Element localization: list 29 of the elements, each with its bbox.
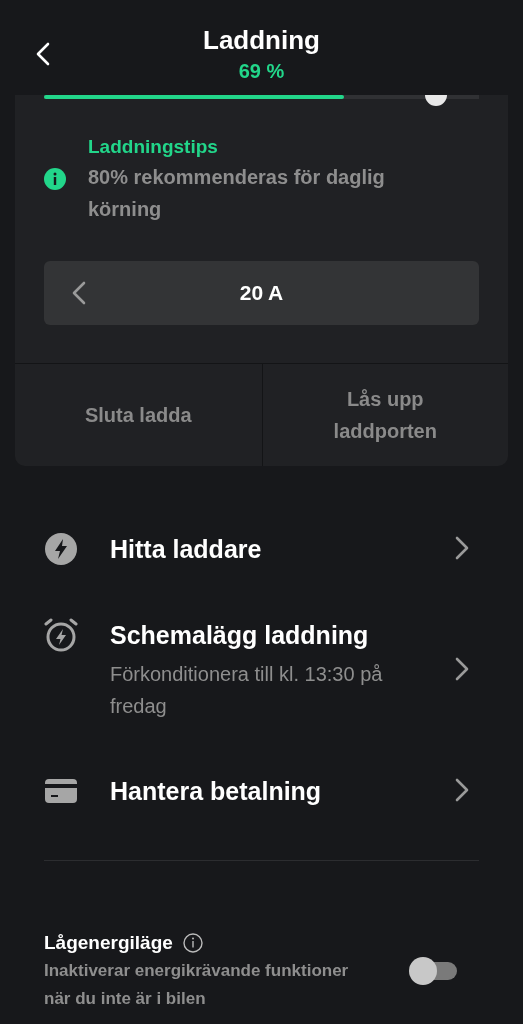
chevron-right-icon	[455, 777, 469, 802]
menu-item-title: Hantera betalning	[110, 776, 323, 807]
screen-title: Laddning	[203, 24, 320, 56]
menu-item[interactable]: Hitta laddare	[44, 532, 479, 566]
menu-item-subtitle: Förkonditionera till kl. 13:30 på fredag	[110, 662, 384, 719]
toggle-switch[interactable]	[409, 957, 457, 985]
tip-text: 80% rekommenderas för daglig körning	[88, 165, 386, 222]
alarm-clock-icon	[44, 618, 78, 652]
action-button[interactable]: Lås upp laddporten	[261, 364, 508, 466]
charge-percent: 69 %	[238, 59, 285, 84]
chevron-right-icon	[455, 535, 469, 560]
setting-description: Inaktiverar energikrävande funktioner när du inte är i bilen	[44, 960, 350, 1010]
setting-title: Lågenergiläge	[44, 931, 173, 955]
action-button[interactable]: Sluta ladda	[15, 364, 262, 466]
limit-slider-thumb[interactable]	[424, 95, 447, 106]
info-icon[interactable]	[182, 933, 203, 953]
back-icon	[36, 42, 50, 66]
menu-item-title: Schemalägg laddning	[110, 620, 370, 651]
chevron-right-icon	[455, 656, 469, 681]
chevron-left-icon	[72, 281, 86, 305]
menu-item-title: Hitta laddare	[110, 534, 263, 565]
lightning-bolt-icon	[44, 532, 78, 566]
menu-item[interactable]: Hantera betalning	[44, 774, 479, 808]
tip-title: Laddningstips	[88, 135, 219, 159]
menu-item[interactable]: Schemalägg laddning Förkonditionera till kl. 13:30 på fredag	[44, 618, 479, 722]
info-icon	[44, 168, 66, 190]
current-value: 20 A	[239, 281, 284, 305]
charge-slider[interactable]	[44, 95, 479, 106]
back-button[interactable]	[34, 40, 52, 68]
